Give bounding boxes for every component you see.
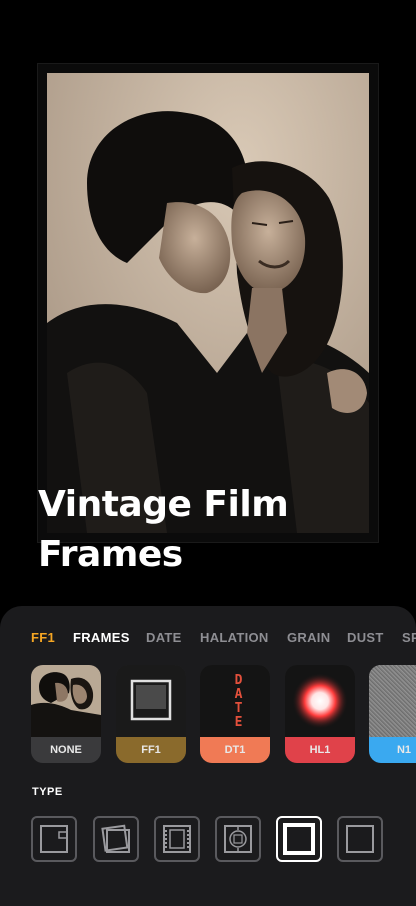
headline: Vintage Film Frames (38, 480, 398, 580)
tab-grain[interactable]: GRAIN (287, 630, 330, 645)
thin-border-frame-icon (346, 825, 374, 853)
photo-thumbnail-icon (31, 665, 101, 737)
preset-label-none: NONE (31, 737, 101, 763)
tab-halation[interactable]: HALATION (200, 630, 269, 645)
tab-sp[interactable]: SP (402, 630, 416, 645)
type-section-label: TYPE (32, 786, 63, 798)
filmstrip-frame-icon (163, 825, 191, 853)
film-frame (37, 63, 379, 543)
headline-line-1: Vintage Film (38, 484, 289, 525)
preset-label-hl1: HL1 (285, 737, 355, 763)
tab-date[interactable]: DATE (146, 630, 182, 645)
tab-ff1[interactable]: FF1 (31, 630, 55, 645)
type-option-filmstrip[interactable] (154, 816, 200, 862)
tab-dust[interactable]: DUST (347, 630, 384, 645)
preset-row: NONE FF1 DATE DT1 HL1 N1 (0, 665, 416, 765)
instant-frame-icon (40, 825, 68, 853)
type-option-thin-border[interactable] (337, 816, 383, 862)
editor-panel: FF1 FRAMES DATE HALATION GRAIN DUST SP N… (0, 606, 416, 906)
type-option-viewfinder[interactable] (215, 816, 261, 862)
tilted-frame-icon (101, 824, 130, 853)
preset-label-ff1: FF1 (116, 737, 186, 763)
type-option-tilted[interactable] (93, 816, 139, 862)
preset-label-dt1: DT1 (200, 737, 270, 763)
hero-section: Vintage Film Frames (0, 0, 416, 610)
preset-hl1[interactable]: HL1 (285, 665, 355, 763)
headline-line-2: Frames (38, 534, 183, 575)
date-stamp-icon: DATE (231, 673, 246, 729)
type-option-instant[interactable] (31, 816, 77, 862)
thick-border-frame-icon (283, 823, 315, 855)
type-option-thick-border[interactable] (276, 816, 322, 862)
halation-glow-icon (292, 673, 348, 729)
type-options (0, 816, 416, 868)
preset-none[interactable]: NONE (31, 665, 101, 763)
couple-photo-illustration (47, 73, 369, 533)
viewfinder-frame-icon (224, 825, 252, 853)
preset-n1[interactable]: N1 (369, 665, 416, 763)
polaroid-frame-icon (130, 679, 172, 721)
preset-label-n1: N1 (369, 737, 416, 763)
hero-photo (47, 73, 369, 533)
preset-dt1[interactable]: DATE DT1 (200, 665, 270, 763)
tab-frames[interactable]: FRAMES (73, 630, 130, 645)
grain-noise-icon (369, 665, 416, 737)
preset-ff1[interactable]: FF1 (116, 665, 186, 763)
